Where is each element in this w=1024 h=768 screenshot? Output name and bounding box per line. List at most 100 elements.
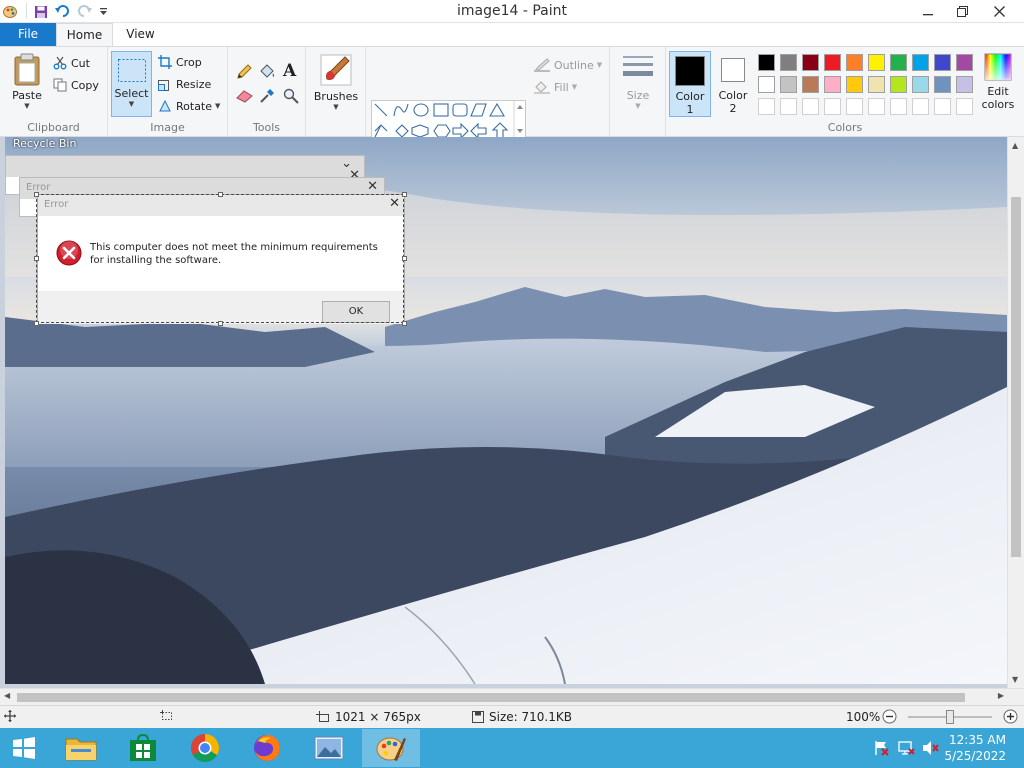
horizontal-scroll-thumb[interactable] — [17, 693, 965, 702]
custom-color-slot[interactable] — [912, 98, 929, 115]
colors-group-label: Colors — [827, 121, 863, 134]
eraser-tool[interactable] — [236, 86, 257, 106]
palette-swatch[interactable] — [780, 76, 797, 93]
custom-color-slot[interactable] — [824, 98, 841, 115]
custom-color-slot[interactable] — [846, 98, 863, 115]
palette-swatch[interactable] — [912, 54, 929, 71]
edit-colors-button[interactable]: Edit colors — [976, 53, 1020, 111]
select-button[interactable]: Select ▼ — [111, 51, 152, 117]
selection-handle[interactable] — [34, 192, 39, 197]
custom-color-slot[interactable] — [780, 98, 797, 115]
taskbar-paint[interactable] — [362, 729, 420, 767]
close-icon[interactable]: ✕ — [389, 196, 400, 211]
size-button[interactable]: Size ▼ — [618, 53, 658, 110]
custom-color-slot[interactable] — [934, 98, 951, 115]
cut-button[interactable]: Cut — [53, 53, 90, 73]
brushes-button[interactable]: Brushes ▼ — [314, 53, 358, 111]
palette-swatch[interactable] — [934, 76, 951, 93]
rotate-button[interactable]: Rotate ▼ — [158, 96, 220, 116]
palette-swatch[interactable] — [824, 76, 841, 93]
palette-swatch[interactable] — [868, 54, 885, 71]
size-label: Size — [626, 89, 650, 102]
fill-tool[interactable] — [259, 62, 280, 82]
palette-swatch[interactable] — [890, 76, 907, 93]
scroll-left-icon[interactable]: ◀ — [4, 691, 10, 700]
selection-handle[interactable] — [402, 192, 407, 197]
tab-file[interactable]: File — [0, 23, 56, 46]
taskbar-photos[interactable] — [300, 729, 358, 767]
restore-button[interactable] — [945, 0, 979, 22]
crop-button[interactable]: Crop — [158, 52, 202, 72]
fill-button[interactable]: Fill ▼ — [534, 77, 577, 97]
zoom-slider-thumb[interactable] — [946, 710, 954, 724]
start-button[interactable] — [0, 729, 48, 767]
system-clock[interactable]: 12:35 AM 5/25/2022 — [944, 732, 1006, 764]
selection-handle[interactable] — [402, 256, 407, 261]
color2-button[interactable]: Color 2 — [713, 51, 753, 115]
palette-swatch[interactable] — [934, 54, 951, 71]
pencil-icon — [237, 64, 252, 79]
palette-swatch[interactable] — [912, 76, 929, 93]
ok-button[interactable]: OK — [322, 301, 390, 323]
taskbar-firefox[interactable] — [238, 729, 296, 767]
selection-size — [160, 710, 179, 722]
palette-swatch[interactable] — [780, 54, 797, 71]
vertical-scrollbar[interactable]: ▲ ▼ — [1007, 137, 1024, 688]
text-tool[interactable]: A — [283, 61, 296, 81]
scroll-down-icon[interactable]: ▼ — [1012, 675, 1018, 684]
custom-color-slot[interactable] — [802, 98, 819, 115]
network-icon[interactable] — [898, 740, 915, 759]
selection-handle[interactable] — [218, 321, 223, 326]
resize-button[interactable]: Resize — [158, 74, 211, 94]
tab-home[interactable]: Home — [56, 23, 113, 46]
zoom-out-button[interactable] — [882, 709, 902, 724]
magnifier-tool[interactable] — [283, 86, 303, 106]
picture-canvas[interactable]: Recycle Bin ⌄ ✕ Error ✕ Error ✕ This com… — [5, 137, 1007, 684]
action-center-icon[interactable] — [874, 740, 890, 759]
zoom-level: 100% — [846, 710, 881, 724]
palette-swatch[interactable] — [802, 54, 819, 71]
selection-handle[interactable] — [402, 321, 407, 326]
cut-label: Cut — [71, 56, 90, 70]
scroll-right-icon[interactable]: ▶ — [998, 691, 1004, 700]
palette-swatch[interactable] — [956, 76, 973, 93]
paste-button[interactable]: Paste ▼ — [8, 53, 46, 110]
copy-button[interactable]: Copy — [53, 75, 99, 95]
custom-color-slot[interactable] — [890, 98, 907, 115]
minimize-button[interactable] — [911, 0, 945, 22]
taskbar-file-explorer[interactable] — [52, 729, 110, 767]
pencil-tool[interactable] — [236, 62, 256, 82]
color1-button[interactable]: Color 1 — [669, 51, 711, 117]
horizontal-scrollbar[interactable]: ◀ ▶ — [0, 688, 1024, 705]
palette-swatch[interactable] — [824, 54, 841, 71]
tab-view[interactable]: View — [113, 23, 168, 46]
taskbar-store[interactable] — [114, 729, 172, 767]
selection-handle[interactable] — [34, 256, 39, 261]
palette-swatch[interactable] — [846, 76, 863, 93]
palette-swatch[interactable] — [758, 54, 775, 71]
custom-color-slot[interactable] — [956, 98, 973, 115]
palette-swatch[interactable] — [802, 76, 819, 93]
volume-muted-icon[interactable] — [922, 740, 939, 759]
close-button[interactable] — [979, 0, 1019, 22]
scroll-up-icon[interactable]: ▲ — [1012, 141, 1018, 150]
vertical-scroll-thumb[interactable] — [1011, 197, 1021, 557]
outline-button[interactable]: Outline ▼ — [534, 55, 602, 75]
canvas-area[interactable]: Recycle Bin ⌄ ✕ Error ✕ Error ✕ This com… — [0, 137, 1024, 688]
selection-handle[interactable] — [34, 321, 39, 326]
palette-swatch[interactable] — [956, 54, 973, 71]
color-spectrum-icon — [984, 53, 1012, 81]
palette-swatch[interactable] — [868, 76, 885, 93]
disk-icon — [472, 711, 484, 723]
taskbar-chrome[interactable] — [176, 729, 234, 767]
color-picker-tool[interactable] — [259, 86, 279, 106]
palette-swatch[interactable] — [758, 76, 775, 93]
selection-handle[interactable] — [218, 192, 223, 197]
rotate-label: Rotate — [176, 99, 213, 113]
zoom-in-button[interactable] — [1003, 709, 1023, 724]
palette-swatch[interactable] — [890, 54, 907, 71]
ghost-dialog-title-1 — [6, 156, 364, 177]
custom-color-slot[interactable] — [868, 98, 885, 115]
palette-swatch[interactable] — [846, 54, 863, 71]
custom-color-slot[interactable] — [758, 98, 775, 115]
